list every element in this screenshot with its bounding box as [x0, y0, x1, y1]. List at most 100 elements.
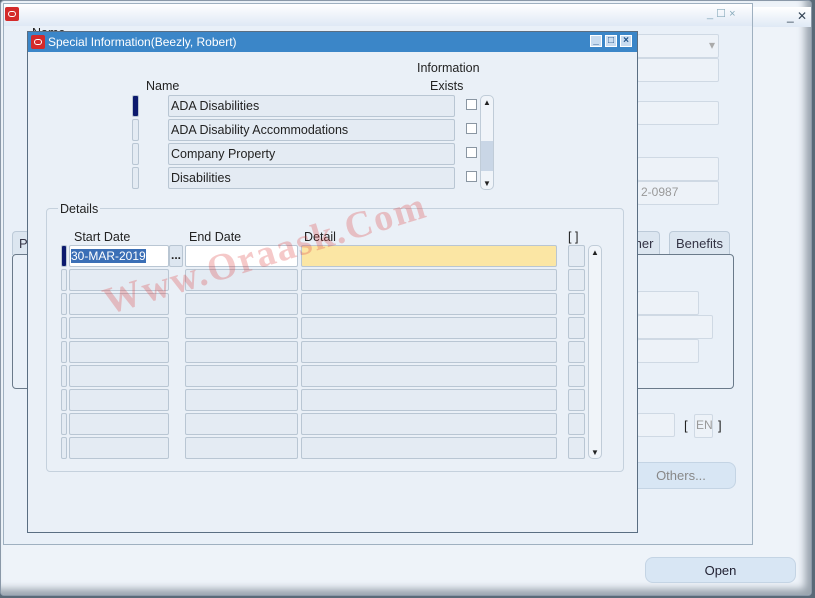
start-date-field[interactable]: [69, 341, 169, 363]
name-header: Name: [146, 79, 180, 93]
end-date-field[interactable]: [185, 245, 298, 267]
others-button[interactable]: Others...: [626, 462, 736, 489]
minimize-icon[interactable]: _: [590, 35, 602, 47]
phone-field[interactable]: 2-0987: [637, 181, 719, 205]
tab-benefits[interactable]: Benefits: [669, 231, 730, 255]
background-titlebar: _ ☐ ×: [4, 4, 752, 26]
bg-field[interactable]: [637, 157, 719, 181]
start-date-header: Start Date: [74, 230, 131, 244]
start-date-field[interactable]: [69, 317, 169, 339]
start-date-field[interactable]: 30-MAR-2019: [69, 245, 169, 267]
detail-field[interactable]: [301, 317, 557, 339]
bg-field[interactable]: [637, 101, 719, 125]
bracket: ]: [718, 418, 722, 433]
detail-field[interactable]: [301, 269, 557, 291]
start-date-field[interactable]: [69, 269, 169, 291]
detail-field[interactable]: [301, 389, 557, 411]
exists-checkbox[interactable]: [466, 123, 477, 134]
open-label: Open: [704, 563, 737, 578]
flex-field[interactable]: [568, 389, 585, 411]
bg-dropdown[interactable]: ▾: [637, 34, 719, 58]
end-date-field[interactable]: [185, 437, 298, 459]
bg-field[interactable]: [637, 291, 699, 315]
row-indicator[interactable]: [61, 317, 67, 339]
flex-field[interactable]: [568, 317, 585, 339]
record-indicator[interactable]: [132, 95, 139, 117]
end-date-field[interactable]: [185, 293, 298, 315]
close-icon[interactable]: ×: [620, 35, 632, 47]
row-indicator[interactable]: [61, 365, 67, 387]
details-scrollbar[interactable]: ▲ ▼: [588, 245, 602, 459]
language-field[interactable]: EN: [694, 414, 713, 438]
information-header: Information: [417, 61, 480, 75]
scroll-up-icon[interactable]: ▲: [483, 98, 491, 107]
end-date-field[interactable]: [185, 317, 298, 339]
row-indicator[interactable]: [61, 245, 67, 267]
flex-field[interactable]: [568, 365, 585, 387]
exists-checkbox[interactable]: [466, 99, 477, 110]
end-date-field[interactable]: [185, 365, 298, 387]
detail-field[interactable]: [301, 437, 557, 459]
list-item[interactable]: ADA Disability Accommodations: [168, 119, 455, 141]
scroll-up-icon[interactable]: ▲: [591, 248, 599, 257]
flex-header: [ ]: [568, 230, 579, 244]
end-date-header: End Date: [189, 230, 242, 244]
detail-field[interactable]: [301, 413, 557, 435]
end-date-field[interactable]: [185, 341, 298, 363]
flex-field[interactable]: [568, 293, 585, 315]
row-indicator[interactable]: [61, 437, 67, 459]
oracle-logo-icon: [5, 7, 19, 21]
dialog-title: Special Information(Beezly, Robert): [48, 35, 237, 49]
name-scrollbar[interactable]: ▲ ▼: [480, 95, 494, 190]
scroll-down-icon[interactable]: ▼: [591, 448, 599, 457]
lov-button[interactable]: ...: [169, 245, 183, 267]
minimize-icon[interactable]: _ ☐ ×: [707, 7, 736, 20]
start-date-field[interactable]: [69, 389, 169, 411]
row-indicator[interactable]: [61, 389, 67, 411]
start-date-field[interactable]: [69, 413, 169, 435]
detail-field[interactable]: [301, 341, 557, 363]
detail-field[interactable]: [301, 365, 557, 387]
exists-checkbox[interactable]: [466, 171, 477, 182]
detail-field[interactable]: [301, 293, 557, 315]
flex-field[interactable]: [568, 269, 585, 291]
right-window-titlebar: _ ✕: [753, 7, 811, 27]
open-button[interactable]: Open: [645, 557, 796, 583]
end-date-field[interactable]: [185, 413, 298, 435]
record-indicator[interactable]: [132, 119, 139, 141]
bg-field[interactable]: [637, 413, 675, 437]
exists-checkbox[interactable]: [466, 147, 477, 158]
row-indicator[interactable]: [61, 413, 67, 435]
row-indicator[interactable]: [61, 341, 67, 363]
start-date-field[interactable]: [69, 437, 169, 459]
flex-field[interactable]: [568, 413, 585, 435]
start-date-field[interactable]: [69, 365, 169, 387]
oracle-logo-icon: [31, 35, 45, 49]
list-item[interactable]: Company Property: [168, 143, 455, 165]
detail-field[interactable]: [301, 245, 557, 267]
dialog-titlebar: Special Information(Beezly, Robert) _ □ …: [28, 32, 637, 52]
flex-field[interactable]: [568, 341, 585, 363]
list-item[interactable]: ADA Disabilities: [168, 95, 455, 117]
record-indicator[interactable]: [132, 143, 139, 165]
details-label: Details: [58, 202, 101, 216]
bg-field[interactable]: [637, 339, 699, 363]
bg-field[interactable]: [637, 315, 713, 339]
detail-header: Detail: [304, 230, 336, 244]
maximize-icon[interactable]: □: [605, 35, 617, 47]
start-date-field[interactable]: [69, 293, 169, 315]
selected-text: 30-MAR-2019: [71, 249, 146, 263]
scroll-down-icon[interactable]: ▼: [483, 179, 491, 188]
row-indicator[interactable]: [61, 293, 67, 315]
end-date-field[interactable]: [185, 269, 298, 291]
record-indicator[interactable]: [132, 167, 139, 189]
flex-field[interactable]: [568, 437, 585, 459]
special-information-dialog: Special Information(Beezly, Robert) _ □ …: [27, 31, 638, 533]
bg-field[interactable]: [637, 58, 719, 82]
row-indicator[interactable]: [61, 269, 67, 291]
scroll-thumb[interactable]: [481, 141, 493, 171]
end-date-field[interactable]: [185, 389, 298, 411]
bracket: [: [684, 418, 688, 433]
flex-field[interactable]: [568, 245, 585, 267]
list-item[interactable]: Disabilities: [168, 167, 455, 189]
